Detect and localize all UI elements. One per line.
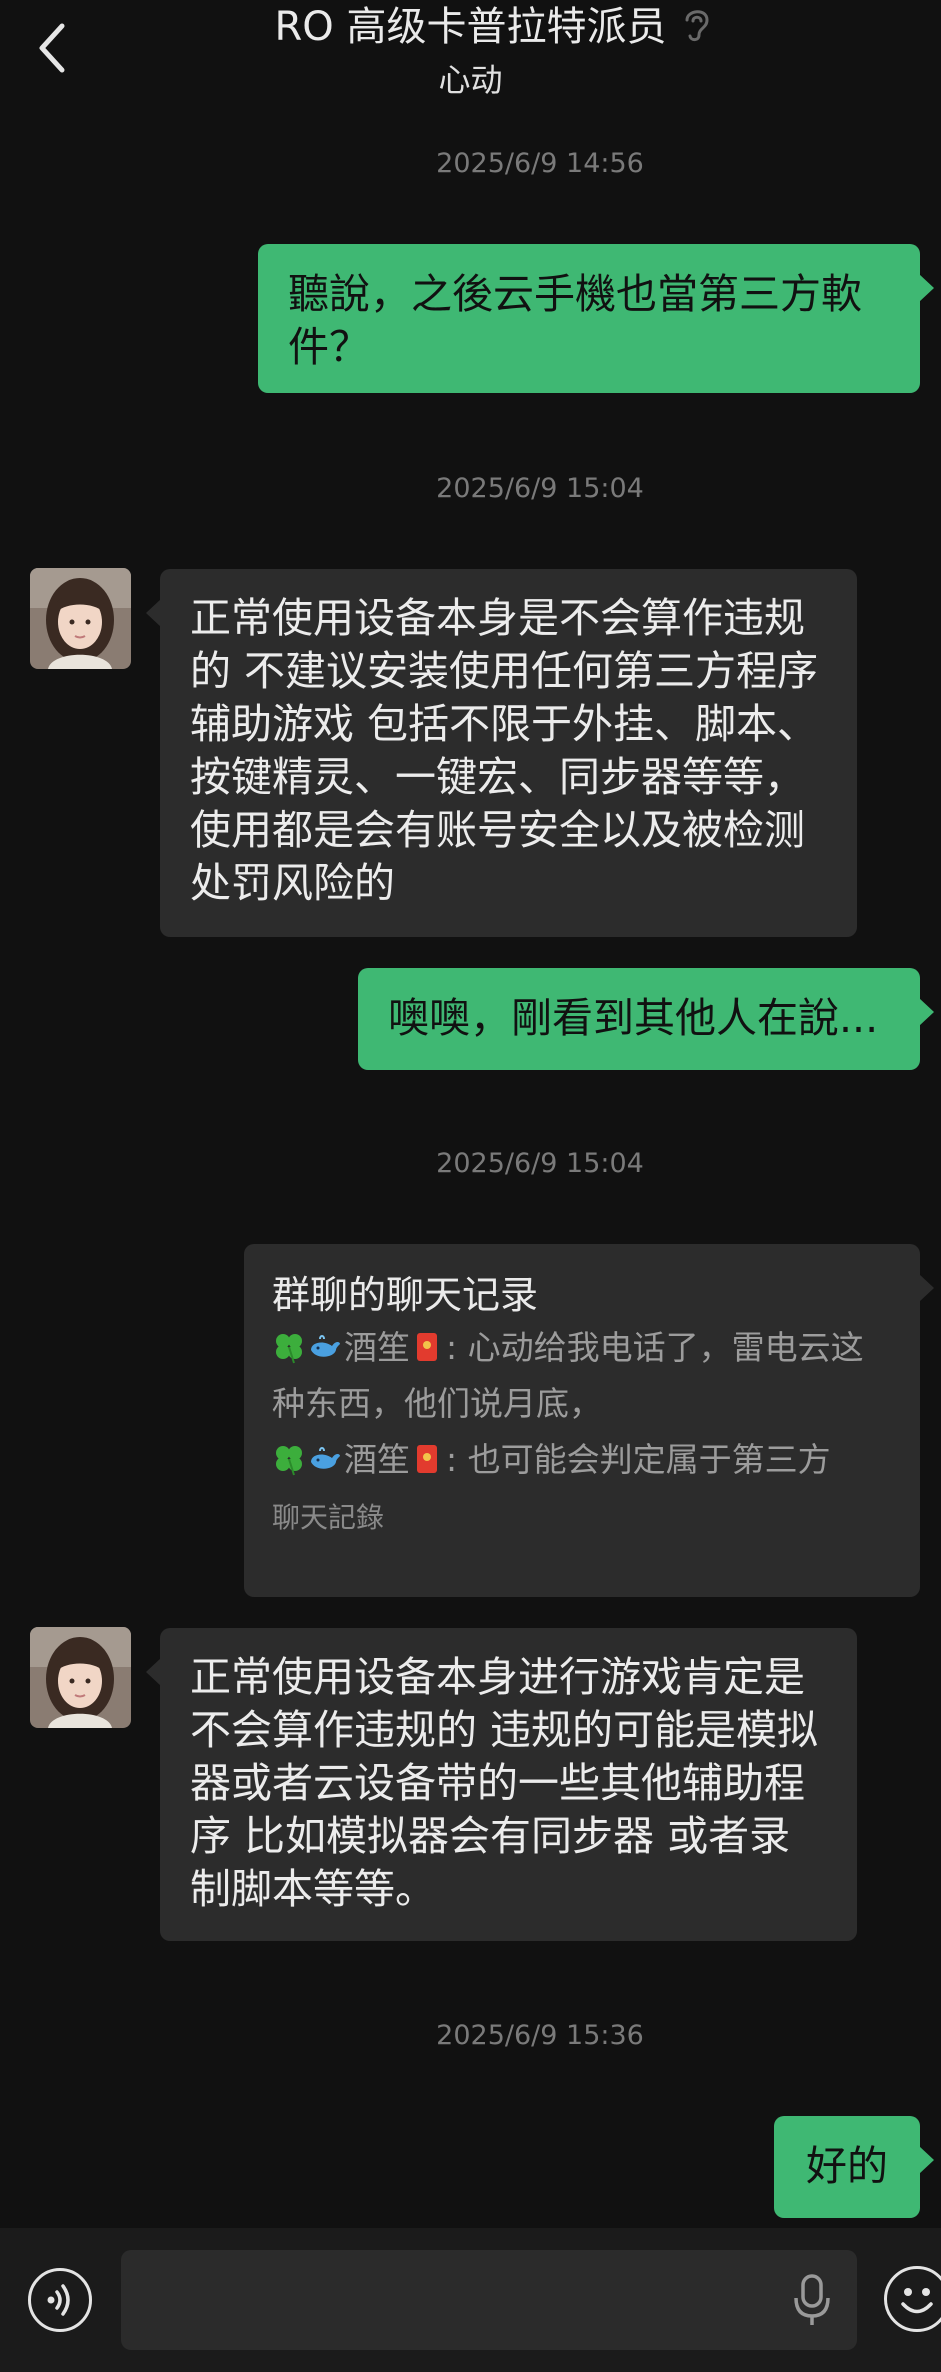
timestamp: 2025/6/9 15:04 bbox=[436, 473, 644, 504]
chat-record-line: 酒笙 : 也可能会判定属于第三方 bbox=[272, 1432, 892, 1488]
chat-title: RO 高级卡普拉特派员 bbox=[274, 4, 667, 50]
whale-icon bbox=[311, 1335, 340, 1357]
red-envelope-icon bbox=[417, 1333, 437, 1361]
sender-name: 酒笙 bbox=[344, 1328, 410, 1367]
sender-name: 酒笙 bbox=[344, 1440, 410, 1479]
microphone-icon bbox=[794, 2274, 830, 2325]
outgoing-message[interactable]: 好的 bbox=[774, 2116, 934, 2218]
outgoing-message[interactable]: 噢噢，剛看到其他人在說... bbox=[358, 968, 934, 1070]
emoji-button[interactable] bbox=[884, 2266, 941, 2332]
chat-record-title: 群聊的聊天记录 bbox=[272, 1273, 539, 1317]
record-text: : 也可能会判定属于第三方 bbox=[446, 1440, 831, 1479]
voice-icon bbox=[47, 2284, 70, 2316]
red-envelope-icon bbox=[417, 1445, 437, 1473]
clover-icon bbox=[276, 1334, 302, 1364]
mic-button[interactable] bbox=[788, 2272, 836, 2328]
chat-record-line: 酒笙 : 心动给我电话了，雷电云这种东西，他们说月底， bbox=[272, 1320, 892, 1432]
chat-record-card[interactable]: 群聊的聊天记录 酒笙 : 心动给我电话了，雷电云这种东西，他们说月底， 酒笙 :… bbox=[244, 1244, 934, 1597]
chat-record-footer: 聊天記錄 bbox=[272, 1501, 385, 1534]
incoming-message[interactable]: 正常使用设备本身是不会算作违规的 不建议安装使用任何第三方程序辅助游戏 包括不限… bbox=[146, 569, 857, 937]
clover-icon bbox=[276, 1446, 302, 1476]
ear-icon bbox=[685, 10, 709, 42]
avatar[interactable] bbox=[30, 568, 131, 669]
chat-subtitle: 心动 bbox=[438, 61, 503, 99]
outgoing-message[interactable]: 聽說，之後云手機也當第三方軟件？ bbox=[258, 244, 934, 393]
timestamp: 2025/6/9 15:36 bbox=[436, 2020, 644, 2051]
avatar[interactable] bbox=[30, 1627, 131, 1728]
incoming-message[interactable]: 正常使用设备本身进行游戏肯定是不会算作违规的 违规的可能是模拟器或者云设备带的一… bbox=[146, 1628, 857, 1941]
timestamp: 2025/6/9 15:04 bbox=[436, 1148, 644, 1179]
timestamp: 2025/6/9 14:56 bbox=[436, 148, 644, 179]
voice-button[interactable] bbox=[28, 2268, 92, 2332]
whale-icon bbox=[311, 1447, 340, 1469]
chat-title-area: RO 高级卡普拉特派员 bbox=[0, 0, 941, 54]
emoji-icon bbox=[901, 2288, 933, 2314]
message-input[interactable] bbox=[121, 2250, 857, 2350]
